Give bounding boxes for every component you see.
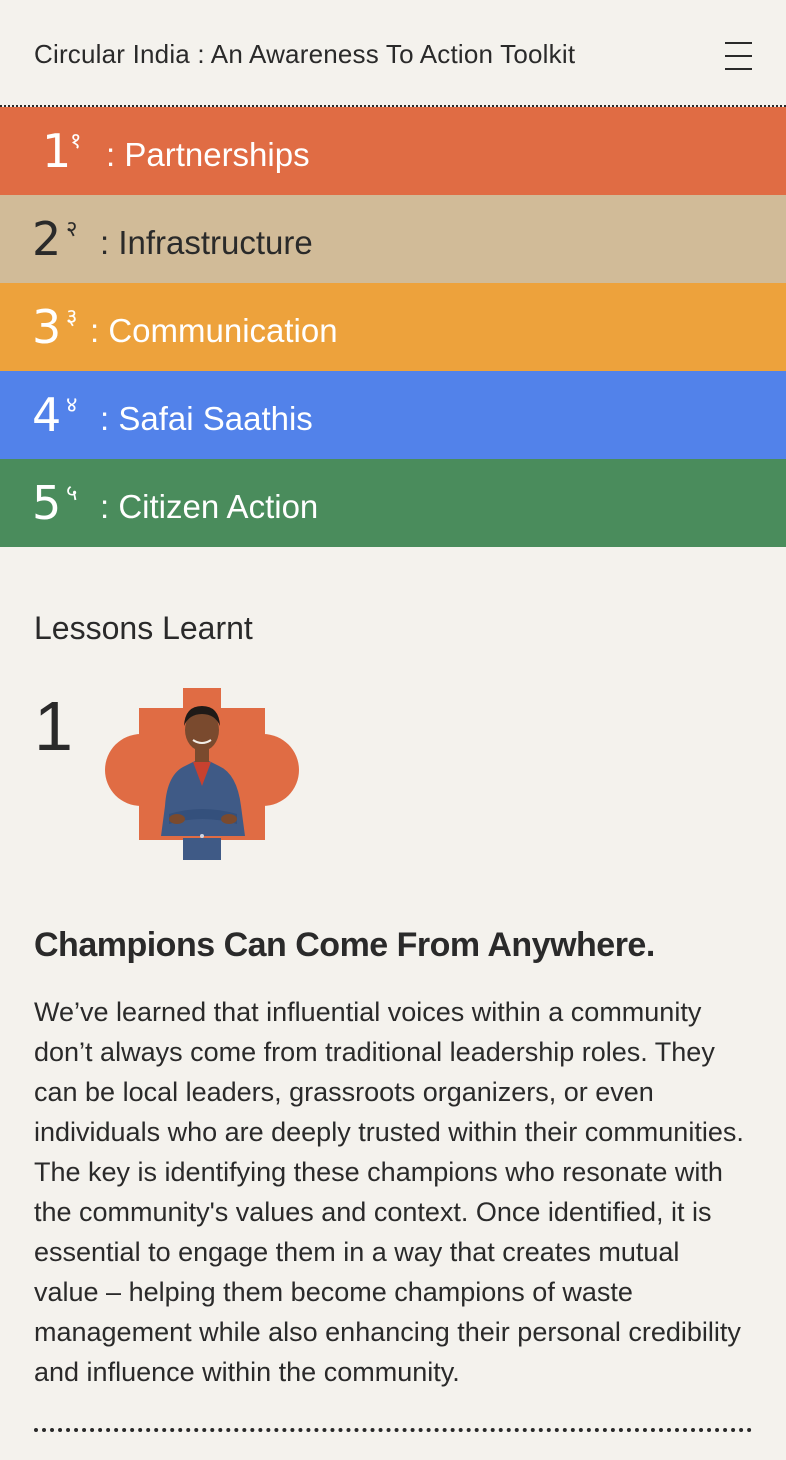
site-header: Circular India : An Awareness To Action … bbox=[0, 0, 786, 107]
nav-label: : Safai Saathis bbox=[100, 400, 313, 437]
nav-number: 3 bbox=[32, 300, 62, 354]
nav-number: 4 bbox=[32, 388, 62, 442]
nav-number: 1 bbox=[42, 124, 72, 178]
nav-item-safai-saathis[interactable]: 4 ४ : Safai Saathis bbox=[0, 371, 786, 459]
lessons-heading: Lessons Learnt bbox=[34, 610, 253, 646]
nav-item-citizen-action[interactable]: 5 ५ : Citizen Action bbox=[0, 459, 786, 547]
nav-label: : Citizen Action bbox=[100, 488, 319, 525]
nav-label: : Infrastructure bbox=[100, 224, 313, 261]
nav-devanagari-number: ५ bbox=[66, 481, 78, 506]
nav-label: : Partnerships bbox=[106, 136, 310, 173]
nav-label: : Communication bbox=[90, 312, 338, 349]
nav-devanagari-number: ४ bbox=[66, 393, 78, 418]
site-title[interactable]: Circular India : An Awareness To Action … bbox=[34, 39, 575, 70]
lesson-body-text: We’ve learned that influential voices wi… bbox=[34, 997, 744, 1387]
nav-devanagari-number: २ bbox=[66, 217, 78, 242]
nav-item-infrastructure[interactable]: 2 २ : Infrastructure bbox=[0, 195, 786, 283]
nav-item-partnerships[interactable]: 1 १ : Partnerships bbox=[0, 107, 786, 195]
nav-item-communication[interactable]: 3 ३ : Communication bbox=[0, 283, 786, 371]
nav-devanagari-number: १ bbox=[70, 129, 82, 154]
chapter-nav: 1 १ : Partnerships 2 २ : Infrastructure … bbox=[0, 107, 786, 547]
dotted-divider bbox=[34, 1428, 752, 1432]
nav-devanagari-number: ३ bbox=[66, 305, 78, 330]
hamburger-menu-icon[interactable] bbox=[725, 42, 752, 70]
lesson-title: Champions Can Come From Anywhere. bbox=[34, 926, 655, 964]
safai-saathi-portrait-image bbox=[105, 688, 299, 860]
nav-number: 5 bbox=[32, 476, 62, 530]
nav-number: 2 bbox=[32, 212, 62, 266]
lesson-number: 1 bbox=[34, 687, 73, 765]
